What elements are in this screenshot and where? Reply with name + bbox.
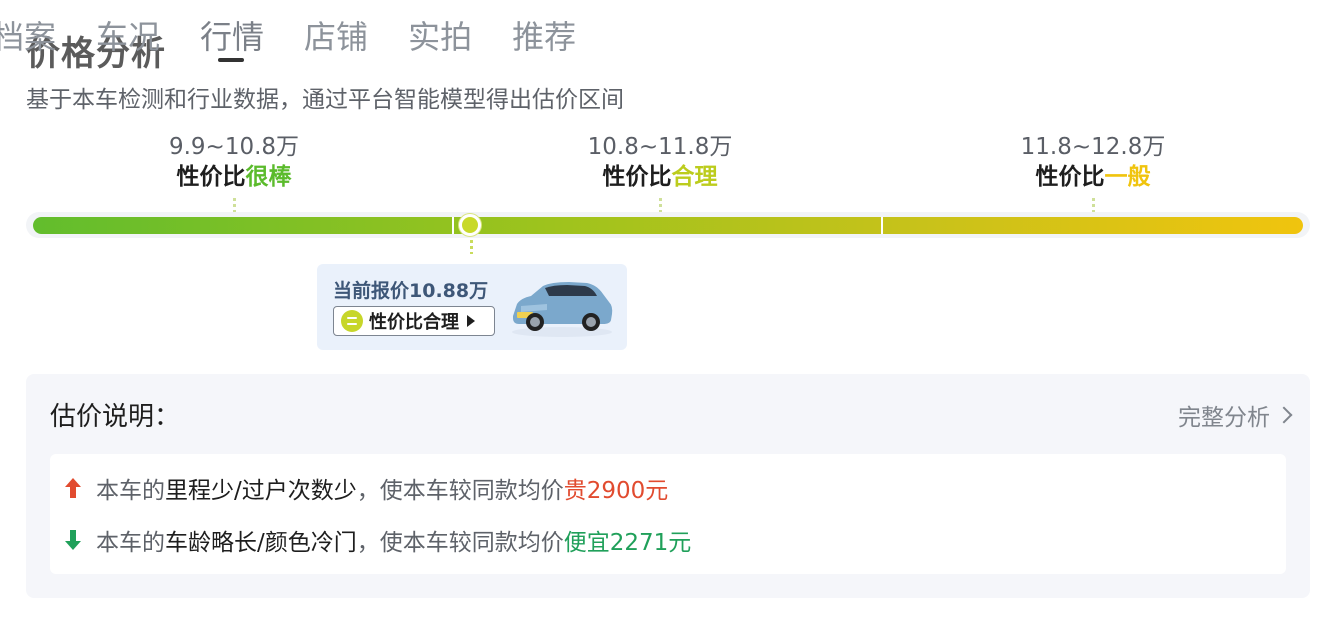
full-analysis-label: 完整分析 — [1178, 405, 1270, 431]
range-connector — [232, 198, 236, 212]
arrow-up-icon — [65, 478, 81, 498]
range-label-prefix: 性价比 — [176, 164, 246, 190]
tab-store[interactable]: 店铺 — [304, 14, 368, 62]
row-factor: 车龄略长/颜色冷门 — [165, 530, 357, 556]
tab-photos[interactable]: 实拍 — [408, 14, 472, 62]
range-quality: 一般 — [1104, 164, 1151, 190]
explanation-title: 估价说明： — [50, 402, 181, 432]
row-mid: ，使本车较同款均价 — [356, 530, 564, 556]
range-quality: 合理 — [671, 164, 718, 190]
range-connector — [1091, 198, 1095, 212]
tab-market[interactable]: 行情 — [200, 14, 264, 62]
smile-icon — [341, 310, 363, 332]
estimate-explanation-panel: 估价说明： 完整分析 本车的 里程少/过户次数少 ，使本车较同款均价 贵2900元 本… — [26, 374, 1310, 598]
explanation-list: 本车的 里程少/过户次数少 ，使本车较同款均价 贵2900元 本车的 车龄略长/颜色冷门… — [50, 454, 1286, 574]
row-result: 贵2900元 — [563, 478, 669, 504]
price-range-average: 11.8~12.8万 性价比一般 — [963, 132, 1223, 212]
price-range-great: 9.9~10.8万 性价比很棒 — [104, 132, 364, 212]
range-label: 性价比一般 — [963, 162, 1223, 192]
active-tab-indicator — [218, 58, 244, 62]
tab-recommend[interactable]: 推荐 — [512, 14, 576, 62]
row-mid: ，使本车较同款均价 — [356, 478, 564, 504]
marker-connector — [470, 240, 473, 254]
range-value: 9.9~10.8万 — [168, 134, 300, 160]
price-range-reasonable: 10.8~11.8万 性价比合理 — [530, 132, 790, 212]
range-label: 性价比合理 — [530, 162, 790, 192]
range-value: 10.8~11.8万 — [587, 134, 733, 160]
full-analysis-link[interactable]: 完整分析 — [1178, 398, 1293, 432]
value-badge-button[interactable]: 性价比合理 — [333, 306, 495, 336]
range-label: 性价比很棒 — [104, 162, 364, 192]
bar-divider-2 — [881, 217, 883, 234]
car-thumbnail — [512, 282, 613, 337]
row-lead: 本车的 — [96, 478, 165, 504]
range-value: 11.8~12.8万 — [1020, 134, 1166, 160]
current-price-card: 当前报价10.88万 性价比合理 — [317, 264, 627, 350]
price-analysis-page: 档案 车况 行情 店铺 实拍 推荐 价格分析 基于本车检测和行业数据，通过平台智… — [0, 0, 1336, 624]
range-label-prefix: 性价比 — [602, 164, 672, 190]
arrow-down-icon — [65, 530, 81, 550]
explanation-row-up: 本车的 里程少/过户次数少 ，使本车较同款均价 贵2900元 — [64, 473, 669, 504]
current-price-text: 当前报价10.88万 — [333, 280, 489, 302]
tab-archive[interactable]: 档案 — [0, 14, 56, 62]
row-result: 便宜2271元 — [563, 530, 692, 556]
row-lead: 本车的 — [96, 530, 165, 556]
range-quality: 很棒 — [245, 164, 292, 190]
current-price-marker — [459, 214, 481, 236]
price-gradient-bar — [33, 217, 1303, 234]
bar-divider-1 — [452, 217, 454, 234]
tab-bar: 档案 车况 行情 店铺 实拍 推荐 — [0, 14, 616, 62]
chevron-right-icon — [1275, 406, 1293, 424]
row-factor: 里程少/过户次数少 — [165, 478, 357, 504]
range-connector — [658, 198, 662, 212]
explanation-row-down: 本车的 车龄略长/颜色冷门 ，使本车较同款均价 便宜2271元 — [64, 525, 692, 556]
play-icon — [467, 315, 475, 327]
value-badge-label: 性价比合理 — [369, 312, 459, 333]
range-label-prefix: 性价比 — [1035, 164, 1105, 190]
section-subtitle: 基于本车检测和行业数据，通过平台智能模型得出估价区间 — [26, 87, 624, 113]
tab-condition[interactable]: 车况 — [96, 14, 160, 62]
